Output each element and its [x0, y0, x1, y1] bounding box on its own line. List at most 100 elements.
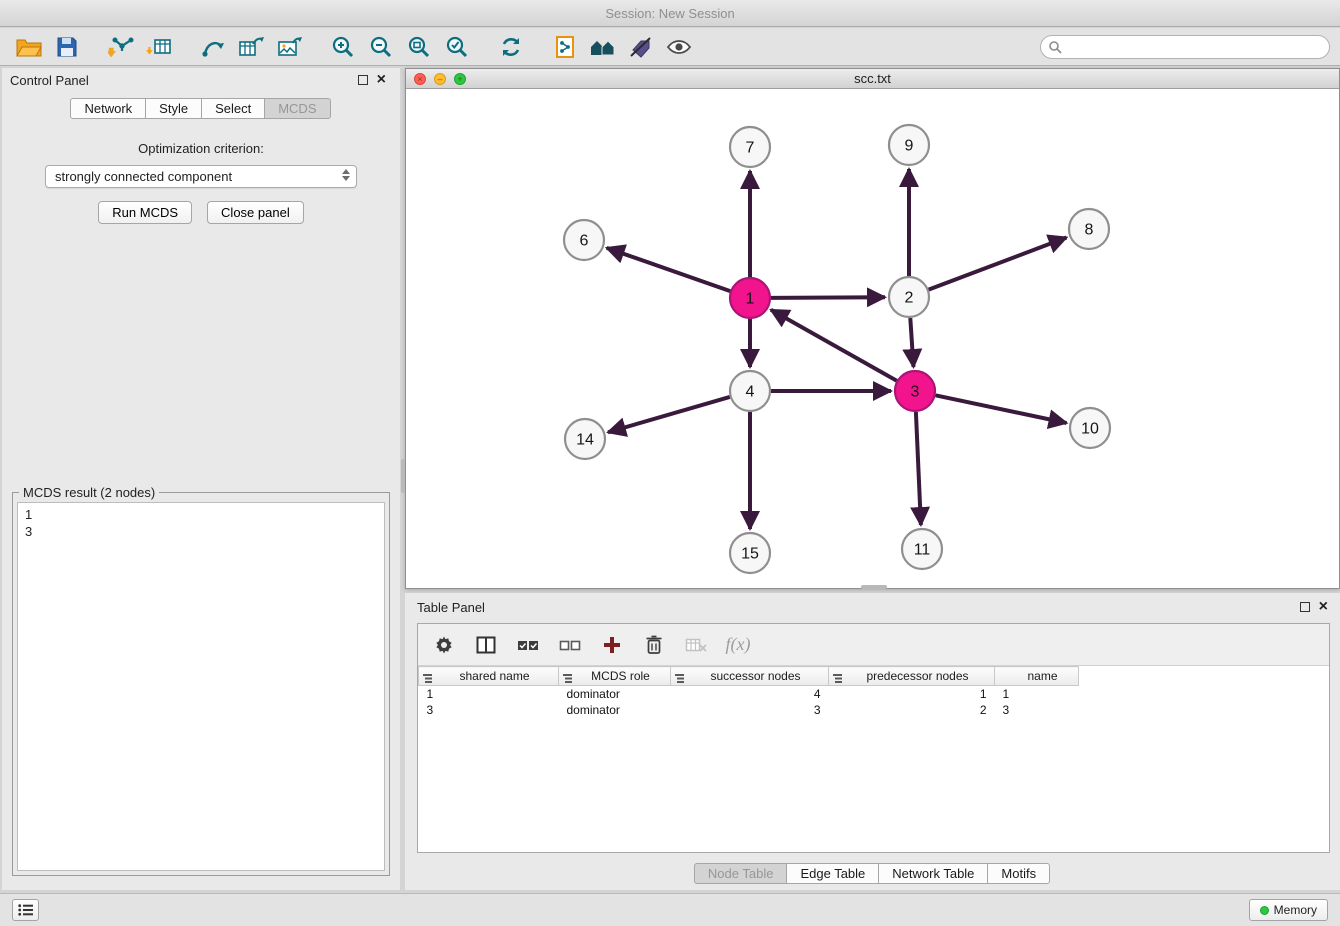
graph-edge[interactable] [608, 397, 730, 432]
graph-node-label: 11 [914, 542, 931, 559]
run-mcds-button[interactable]: Run MCDS [98, 201, 192, 224]
close-window-icon[interactable]: × [414, 73, 426, 85]
delete-table-button[interactable] [682, 630, 710, 660]
tab-mcds[interactable]: MCDS [264, 98, 330, 119]
float-panel-icon[interactable] [358, 75, 368, 85]
unselect-all-columns-button[interactable] [556, 630, 584, 660]
graph-edge[interactable] [607, 248, 731, 291]
table-settings-button[interactable] [430, 630, 458, 660]
select-all-icon [517, 638, 539, 652]
close-panel-icon[interactable]: × [377, 71, 386, 89]
zoom-in-icon [331, 35, 355, 59]
sort-icon [563, 672, 572, 686]
tab-network-table[interactable]: Network Table [878, 863, 988, 884]
export-image-button[interactable] [270, 31, 308, 63]
sort-icon [423, 672, 432, 686]
sort-icon [833, 672, 842, 686]
function-builder-button[interactable]: f(x) [724, 630, 752, 660]
sort-icon [675, 672, 684, 686]
gear-icon [434, 635, 454, 655]
control-panel-tabs: Network Style Select MCDS [2, 98, 400, 119]
table-panel-header: Table Panel × [405, 593, 1340, 623]
column-header-name[interactable]: name [995, 667, 1079, 686]
table-cell[interactable]: 3 [671, 702, 829, 718]
search-input[interactable] [1040, 35, 1330, 59]
open-file-button[interactable] [10, 31, 48, 63]
mcds-result-item[interactable]: 1 [25, 506, 377, 523]
column-header-mcds-role[interactable]: MCDS role [559, 667, 671, 686]
graph-edge[interactable] [916, 412, 921, 525]
tab-network[interactable]: Network [70, 98, 146, 119]
plus-icon [602, 635, 622, 655]
graph-node-label: 4 [746, 384, 755, 401]
graph-edge[interactable] [771, 297, 885, 298]
export-network-icon [200, 35, 226, 59]
refresh-button[interactable] [492, 31, 530, 63]
graph-node-label: 10 [1081, 421, 1099, 438]
column-header-shared-name[interactable]: shared name [419, 667, 559, 686]
zoom-selected-icon [445, 35, 469, 59]
table-cell[interactable]: dominator [559, 686, 671, 702]
save-session-button[interactable] [48, 31, 86, 63]
close-table-panel-icon[interactable]: × [1319, 598, 1328, 616]
add-row-button[interactable] [598, 630, 626, 660]
tab-style[interactable]: Style [145, 98, 202, 119]
export-network-button[interactable] [194, 31, 232, 63]
traffic-lights: × – + [414, 73, 466, 85]
graph-edge[interactable] [910, 318, 913, 367]
tab-motifs[interactable]: Motifs [987, 863, 1050, 884]
close-panel-button[interactable]: Close panel [207, 201, 304, 224]
network-overview-button[interactable] [584, 31, 622, 63]
memory-label: Memory [1274, 903, 1317, 917]
tab-select[interactable]: Select [201, 98, 265, 119]
graph-edge[interactable] [929, 238, 1067, 290]
import-table-icon [146, 35, 172, 59]
horizontal-scrollbar[interactable] [861, 585, 887, 589]
import-network-icon [108, 35, 134, 59]
select-all-columns-button[interactable] [514, 630, 542, 660]
table-cell[interactable]: 1 [419, 686, 559, 702]
show-columns-button[interactable] [472, 630, 500, 660]
graph-edge[interactable] [936, 395, 1067, 423]
table-cell[interactable]: 3 [419, 702, 559, 718]
import-network-button[interactable] [102, 31, 140, 63]
column-header-successor-nodes[interactable]: successor nodes [671, 667, 829, 686]
minimize-window-icon[interactable]: – [434, 73, 446, 85]
zoom-selected-button[interactable] [438, 31, 476, 63]
table-cell[interactable]: 4 [671, 686, 829, 702]
column-header-predecessor-nodes[interactable]: predecessor nodes [829, 667, 995, 686]
table-row[interactable]: 1dominator411 [419, 686, 1079, 702]
graphics-details-button[interactable] [622, 31, 660, 63]
table-cell[interactable]: 3 [995, 702, 1079, 718]
network-graph[interactable]: 7968124314101511 [406, 89, 1339, 588]
unselect-all-icon [559, 638, 581, 652]
mcds-result-item[interactable]: 3 [25, 523, 377, 540]
export-table-button[interactable] [232, 31, 270, 63]
vertical-scrollbar[interactable] [401, 459, 405, 493]
zoom-window-icon[interactable]: + [454, 73, 466, 85]
zoom-out-button[interactable] [362, 31, 400, 63]
import-table-button[interactable] [140, 31, 178, 63]
show-hide-button[interactable] [660, 31, 698, 63]
table-panel: Table Panel × [405, 593, 1340, 890]
table-cell[interactable]: 2 [829, 702, 995, 718]
graph-edge[interactable] [771, 310, 897, 381]
float-table-panel-icon[interactable] [1300, 602, 1310, 612]
zoom-in-button[interactable] [324, 31, 362, 63]
tab-edge-table[interactable]: Edge Table [786, 863, 879, 884]
delete-row-button[interactable] [640, 630, 668, 660]
zoom-fit-button[interactable] [400, 31, 438, 63]
memory-button[interactable]: Memory [1249, 899, 1328, 921]
table-row[interactable]: 3dominator323 [419, 702, 1079, 718]
network-document-button[interactable] [546, 31, 584, 63]
search-field [1040, 35, 1330, 59]
task-history-button[interactable] [12, 899, 39, 921]
table-cell[interactable]: 1 [829, 686, 995, 702]
table-cell[interactable]: dominator [559, 702, 671, 718]
node-table: shared name MCDS role successor nodes pr… [418, 666, 1079, 718]
mcds-result-list[interactable]: 13 [17, 502, 385, 871]
tab-node-table[interactable]: Node Table [694, 863, 788, 884]
optimization-criterion-select[interactable]: strongly connected component [45, 165, 357, 188]
window-title: Session: New Session [605, 6, 734, 21]
table-cell[interactable]: 1 [995, 686, 1079, 702]
